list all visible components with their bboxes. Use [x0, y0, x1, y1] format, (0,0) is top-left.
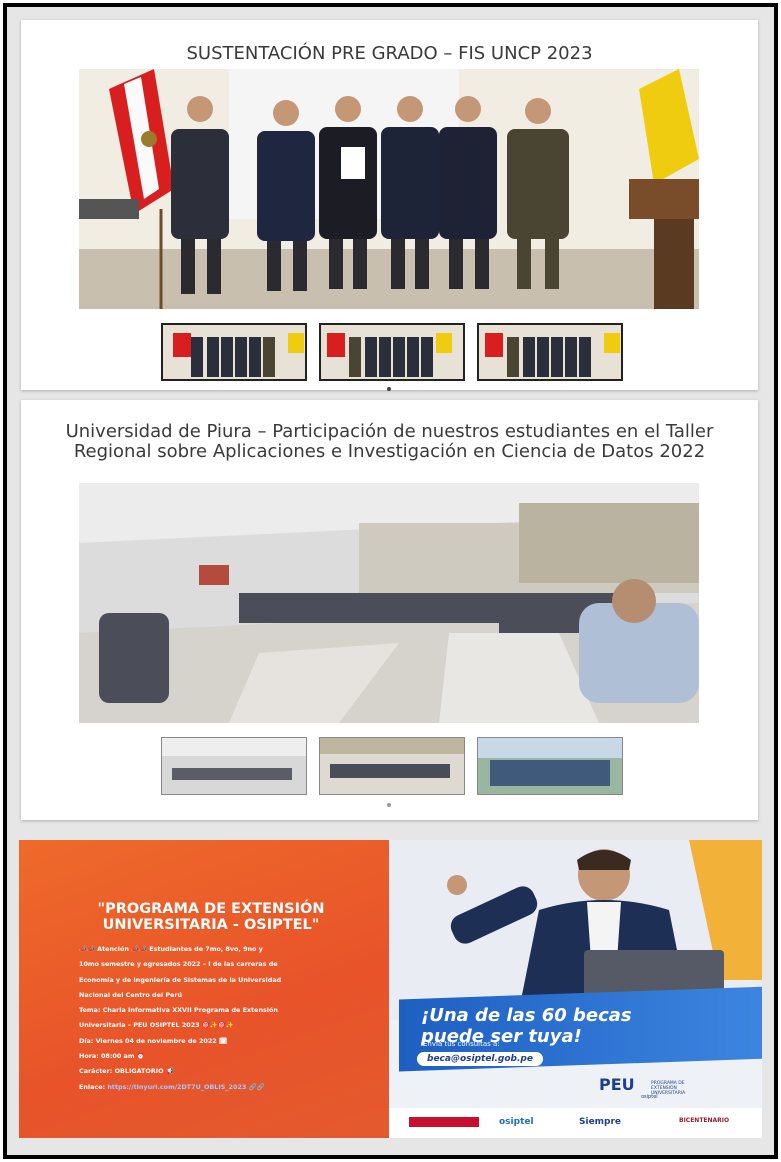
peu-logo: PEU: [599, 1075, 635, 1094]
footer-osiptel: osiptel: [499, 1117, 534, 1127]
banner-footer-logos: osiptel Siempre BICENTENARIO: [389, 1108, 762, 1138]
banner-line: Nacional del Centro del Perú: [79, 990, 183, 999]
banner-link-label: Enlace:: [79, 1082, 106, 1091]
thumbnail-1[interactable]: [161, 737, 307, 795]
osiptel-small: osiptel: [641, 1094, 658, 1100]
banner-line: Economía y de Ingeniería de Sistemas de …: [79, 975, 282, 984]
banner-title: "PROGRAMA DE EXTENSIÓN UNIVERSITARIA - O…: [97, 901, 325, 933]
card-title: SUSTENTACIÓN PRE GRADO – FIS UNCP 2023: [186, 43, 593, 64]
peru-gov-logo: [409, 1117, 479, 1127]
banner-details: 📣📣 Atención 📣📣 Estudiantes de 7mo, 8vo, …: [79, 942, 379, 1095]
banner-image-panel: ¡Una de las 60 becas puede ser tuya! Env…: [389, 840, 762, 1138]
banner-line: Universitaria – PEU OSIPTEL 2023 🎯✨🎯✨: [79, 1021, 234, 1030]
main-photo[interactable]: [79, 483, 699, 723]
thumbnail-1[interactable]: [161, 323, 307, 381]
banner-line: Carácter: OBLIGATORIO 📢: [79, 1067, 174, 1076]
page-frame: SUSTENTACIÓN PRE GRADO – FIS UNCP 2023 U…: [3, 3, 778, 1159]
footer-siempre: Siempre: [579, 1117, 622, 1127]
main-photo[interactable]: [79, 69, 699, 309]
card-title: Universidad de Piura – Participación de …: [65, 421, 714, 462]
banner-line: Día: Viernes 04 de noviembre de 2022 🗓: [79, 1036, 228, 1045]
thumbnail-3[interactable]: [477, 737, 623, 795]
thumbnail-2[interactable]: [319, 737, 465, 795]
banner-link[interactable]: https://tinyurl.com/2DT7U_OBLIS_2023 🔗🔗: [107, 1083, 264, 1091]
thumbnail-3[interactable]: [477, 323, 623, 381]
peu-subtitle: PROGRAMA DE EXTENSIÓN UNIVERSITARIA: [651, 1081, 686, 1096]
banner-line: 10mo semestre y egresados 2022 – I de la…: [79, 960, 278, 969]
thumbnail-2[interactable]: [319, 323, 465, 381]
carousel-dot[interactable]: [387, 387, 391, 391]
footer-bicentenario: BICENTENARIO: [679, 1117, 730, 1124]
headline-line-1: ¡Una de las 60 becas: [421, 1005, 632, 1026]
carousel-dot[interactable]: [387, 803, 391, 807]
banner-line: 📣📣 Atención 📣📣 Estudiantes de 7mo, 8vo, …: [79, 945, 263, 953]
banner-line: Tema: Charla Informativa XXVII Programa …: [79, 1006, 278, 1015]
osiptel-banner[interactable]: "PROGRAMA DE EXTENSIÓN UNIVERSITARIA - O…: [19, 840, 762, 1138]
banner-text-panel: "PROGRAMA DE EXTENSIÓN UNIVERSITARIA - O…: [19, 840, 389, 1138]
consult-text: Envía tus consultas a:: [423, 1040, 500, 1048]
email-pill[interactable]: beca@osiptel.gob.pe: [417, 1052, 543, 1066]
news-card-sustentacion: SUSTENTACIÓN PRE GRADO – FIS UNCP 2023: [21, 20, 758, 391]
banner-link-line: Enlace: https://tinyurl.com/2DT7U_OBLIS_…: [79, 1080, 379, 1095]
news-card-piura: Universidad de Piura – Participación de …: [21, 400, 758, 820]
banner-line: Hora: 08:00 am ⏰: [79, 1052, 145, 1061]
